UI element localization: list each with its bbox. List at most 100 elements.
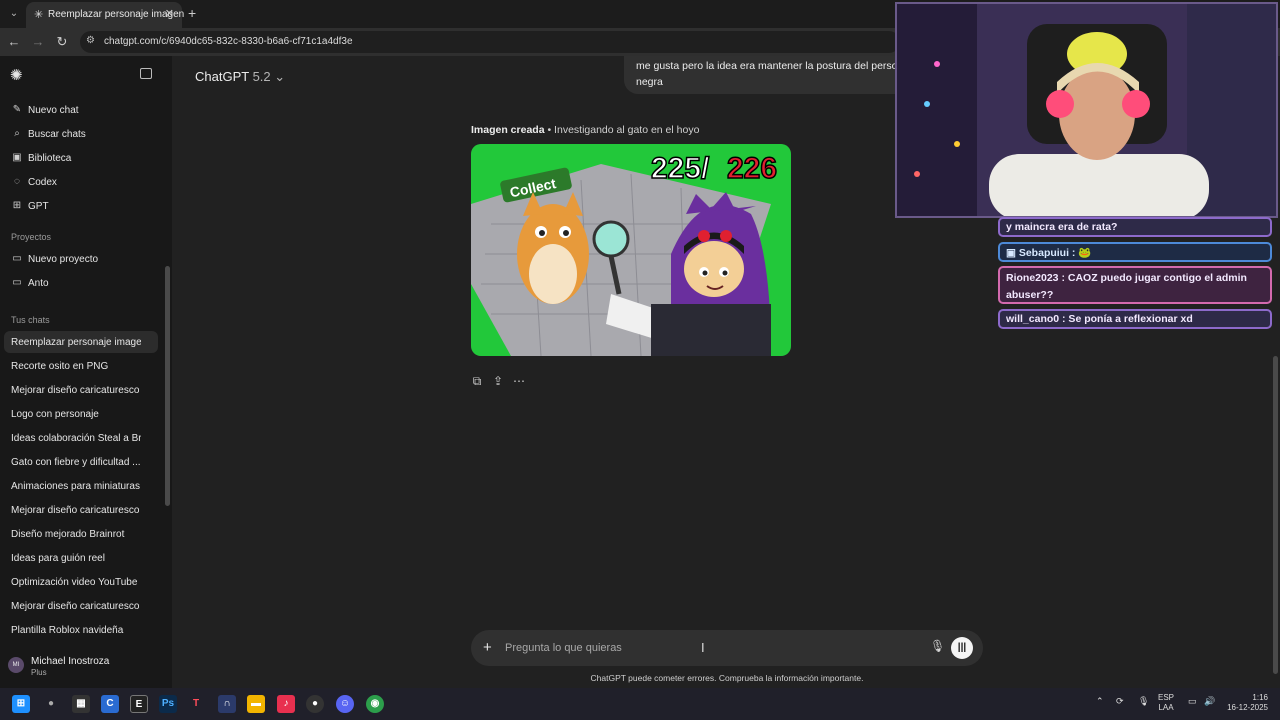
- new-tab-icon[interactable]: +: [188, 5, 196, 21]
- sidebar-item-label: Buscar chats: [28, 129, 86, 140]
- generated-image-art: Collect 225/ 226: [471, 144, 791, 356]
- clock[interactable]: 1:16 16-12-2025: [1222, 693, 1268, 713]
- tiktok-icon[interactable]: ♪: [277, 695, 295, 713]
- search-icon: ⌕: [14, 128, 20, 139]
- chat-item[interactable]: Recorte osito en PNG: [4, 355, 158, 377]
- chat-item[interactable]: Mejorar diseño caricaturesco: [4, 595, 158, 617]
- chat-item[interactable]: Logo con personaje: [4, 403, 158, 425]
- disclaimer: ChatGPT puede cometer errores. Comprueba…: [590, 673, 864, 683]
- user-message-bubble: me gusta pero la idea era mantener la po…: [624, 56, 924, 94]
- chat-item[interactable]: Mejorar diseño caricaturesco: [4, 379, 158, 401]
- chat-item[interactable]: Diseño mejorado Brainrot: [4, 523, 158, 545]
- stream-chat-message: Rione2023 : CAOZ puedo jugar contigo el …: [998, 266, 1272, 304]
- prompt-input[interactable]: [505, 636, 885, 660]
- chat-item-label: Mejorar diseño caricaturesco: [11, 601, 140, 612]
- sidebar-item-gpt[interactable]: ⊞ GPT: [4, 195, 160, 217]
- lang-bottom: LAA: [1158, 703, 1174, 712]
- openai-logo-icon[interactable]: ✺: [10, 66, 23, 84]
- chat-item-label: Animaciones para miniaturas: [11, 481, 140, 492]
- windows-start-icon[interactable]: ⊞: [12, 695, 30, 713]
- add-attachment-icon[interactable]: +: [483, 639, 492, 656]
- voice-mode-button[interactable]: |||: [951, 637, 973, 659]
- model-selector[interactable]: ChatGPT 5.2 ⌄: [195, 69, 285, 85]
- main-scrollbar[interactable]: [1273, 356, 1278, 674]
- stream-chat-message: ▣ Sebapuiui : 🐸: [998, 242, 1272, 262]
- url-field[interactable]: ⚙ chatgpt.com/c/6940dc65-832c-8330-b6a6-…: [80, 31, 900, 53]
- sidebar-item-new-chat[interactable]: ✎ Nuevo chat: [4, 99, 160, 121]
- lang-top: ESP: [1158, 693, 1175, 702]
- chat-item-label: Ideas colaboración Steal a Br...: [11, 433, 141, 444]
- generated-image[interactable]: Collect 225/ 226: [471, 144, 791, 356]
- browser-tab[interactable]: ✳ Reemplazar personaje imagen ✕: [26, 2, 184, 28]
- epic-games-icon[interactable]: E: [130, 695, 148, 713]
- headset-app-icon[interactable]: ∩: [218, 695, 236, 713]
- webcam-overlay: [895, 2, 1278, 218]
- chat-item[interactable]: Ideas colaboración Steal a Br...: [4, 427, 158, 449]
- sidebar-item-project-anto[interactable]: ▭ Anto: [4, 272, 160, 294]
- site-info-icon[interactable]: ⚙: [86, 35, 95, 46]
- taskbar: ⊞ ● ▦ C E Ps T ∩ ▬ ♪ ● ☺ ◉ ⌃ ⟳ 🎙 ESP LAA…: [0, 688, 1280, 720]
- tab-close-icon[interactable]: ✕: [165, 7, 174, 20]
- user-profile[interactable]: MI Michael Inostroza Plus: [0, 651, 172, 683]
- sidebar-item-new-project[interactable]: ▭ Nuevo proyecto: [4, 248, 160, 270]
- chat-item-label: Logo con personaje: [11, 409, 99, 420]
- codex-icon: ◌: [14, 176, 20, 187]
- chat-item[interactable]: Ideas para guión reel: [4, 547, 158, 569]
- chat-item-label: Ideas para guión reel: [11, 553, 105, 564]
- stream-chat-message: y maincra era de rata?: [998, 217, 1272, 237]
- sidebar-scrollbar[interactable]: [165, 266, 170, 506]
- sidebar-item-codex[interactable]: ◌ Codex: [4, 171, 160, 193]
- file-explorer-icon[interactable]: ▬: [247, 695, 265, 713]
- reload-icon[interactable]: ↻: [54, 34, 70, 50]
- grid-icon: ⊞: [12, 200, 22, 211]
- chatgpt-favicon-icon: ✳: [34, 9, 44, 21]
- folder-icon: ▭: [12, 277, 22, 288]
- chat-item[interactable]: Optimización video YouTube: [4, 571, 158, 593]
- chat-item-label: Optimización video YouTube: [11, 577, 138, 588]
- tray-mic-icon[interactable]: 🎙: [1138, 696, 1149, 707]
- discord-icon[interactable]: ☺: [336, 695, 354, 713]
- more-icon[interactable]: ⋯: [512, 374, 526, 388]
- chat-item-label: Gato con fiebre y dificultad ...: [11, 457, 141, 468]
- text-cursor-icon: I: [701, 640, 705, 655]
- user-plan: Plus: [31, 668, 47, 677]
- sidebar-item-search[interactable]: ⌕ Buscar chats: [4, 123, 160, 145]
- clock-time: 1:16: [1252, 693, 1268, 702]
- chat-item[interactable]: Mejorar diseño caricaturesco: [4, 499, 158, 521]
- sidebar: ✺ ✎ Nuevo chat ⌕ Buscar chats ▣ Bibliote…: [0, 56, 172, 688]
- tab-search-icon[interactable]: ⌄: [6, 6, 22, 22]
- capture-app-icon[interactable]: C: [101, 695, 119, 713]
- sidebar-toggle-icon[interactable]: [140, 68, 152, 79]
- volume-icon[interactable]: 🔊: [1204, 696, 1215, 707]
- display-icon[interactable]: ▭: [1188, 696, 1197, 707]
- mic-app-icon[interactable]: ●: [42, 695, 60, 713]
- chat-item[interactable]: Plantilla Roblox navideña: [4, 619, 158, 641]
- sidebar-item-library[interactable]: ▣ Biblioteca: [4, 147, 160, 169]
- text-app-icon[interactable]: T: [187, 695, 205, 713]
- folder-plus-icon: ▭: [12, 253, 22, 264]
- chat-item[interactable]: Gato con fiebre y dificultad ...: [4, 451, 158, 473]
- chrome-icon[interactable]: ◉: [366, 695, 384, 713]
- model-name: ChatGPT: [195, 69, 249, 84]
- image-caption: Imagen creada • Investigando al gato en …: [471, 124, 699, 136]
- chat-item-label: Recorte osito en PNG: [11, 361, 109, 372]
- calendar-app-icon[interactable]: ▦: [72, 695, 90, 713]
- chat-item[interactable]: Animaciones para miniaturas: [4, 475, 158, 497]
- user-name: Michael Inostroza: [31, 656, 110, 667]
- sidebar-item-label: Biblioteca: [28, 153, 72, 164]
- tray-expand-icon[interactable]: ⌃: [1096, 696, 1104, 707]
- chat-item-label: Mejorar diseño caricaturesco: [11, 385, 140, 396]
- forward-icon[interactable]: →: [30, 34, 46, 49]
- copy-icon[interactable]: ⧉: [470, 374, 484, 389]
- image-caption-subtitle: • Investigando al gato en el hoyo: [544, 124, 700, 136]
- chat-item-label: Diseño mejorado Brainrot: [11, 529, 125, 540]
- back-icon[interactable]: ←: [6, 34, 22, 49]
- language-indicator[interactable]: ESP LAA: [1158, 693, 1174, 713]
- model-version: 5.2: [252, 69, 271, 84]
- chat-item[interactable]: Reemplazar personaje imagen: [4, 331, 158, 353]
- share-icon[interactable]: ⇪: [491, 374, 505, 388]
- obs-icon[interactable]: ●: [306, 695, 324, 713]
- microphone-icon[interactable]: 🎙: [930, 639, 945, 653]
- sync-icon[interactable]: ⟳: [1116, 696, 1124, 707]
- photoshop-icon[interactable]: Ps: [159, 695, 177, 713]
